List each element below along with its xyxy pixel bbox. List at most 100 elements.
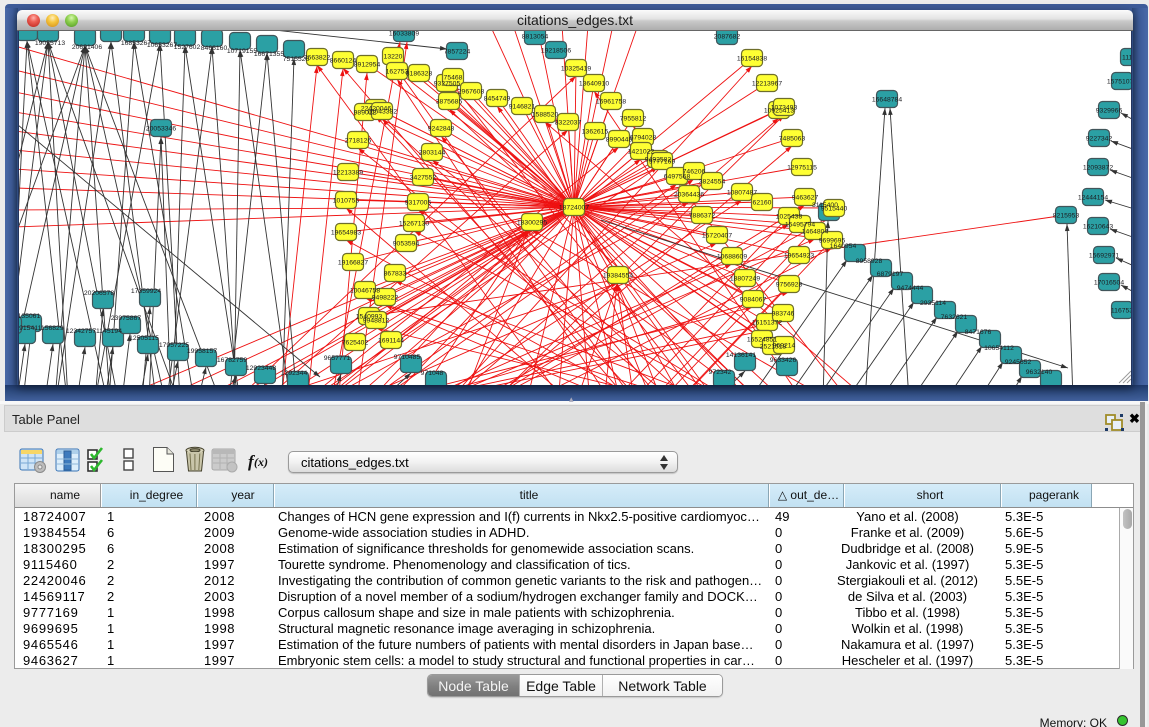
svg-text:7663822: 7663822 [304,55,331,62]
svg-text:1691144: 1691144 [378,338,404,345]
svg-text:116753: 116753 [1111,308,1132,315]
svg-text:12923448: 12923448 [246,365,276,372]
svg-text:75468: 75468 [444,75,463,82]
svg-text:(x): (x) [254,455,268,469]
svg-text:983746: 983746 [772,311,795,318]
svg-text:1145194: 1145194 [96,328,122,335]
svg-text:16782759: 16782759 [217,357,247,364]
svg-text:16671355: 16671355 [254,51,284,58]
svg-text:20691406: 20691406 [72,44,102,51]
svg-text:17359924: 17359924 [131,288,161,295]
svg-text:8958928: 8958928 [856,258,883,265]
svg-text:9463627: 9463627 [792,195,819,202]
svg-text:23975867: 23975867 [111,315,141,322]
svg-text:12505115: 12505115 [129,335,159,342]
svg-text:12444154: 12444154 [1078,195,1108,202]
svg-text:1073493: 1073493 [771,105,798,112]
svg-text:969214: 969214 [773,343,796,350]
svg-text:16151372: 16151372 [752,320,782,327]
svg-text:20364436: 20364436 [674,192,704,199]
svg-text:9710485: 9710485 [394,354,421,361]
svg-text:8471676: 8471676 [965,329,992,336]
svg-text:19384554: 19384554 [603,273,633,280]
svg-text:16033809: 16033809 [389,31,419,38]
svg-text:7485063: 7485063 [779,136,806,143]
svg-text:9053594: 9053594 [393,241,420,248]
svg-text:1527602: 1527602 [174,44,201,51]
svg-text:2935114: 2935114 [920,300,946,307]
svg-text:6879197: 6879197 [877,271,904,278]
svg-text:19166827: 19166827 [338,260,368,267]
svg-text:16543382: 16543382 [367,109,397,116]
svg-text:1010755: 1010755 [333,198,360,205]
svg-text:8454749: 8454749 [484,96,511,103]
svg-text:15751074: 15751074 [1107,79,1132,86]
svg-text:971048: 971048 [421,370,444,377]
svg-text:9633426: 9633426 [770,357,797,364]
svg-text:3875685: 3875685 [436,99,463,106]
svg-text:2718126: 2718126 [345,138,372,145]
svg-text:8215953: 8215953 [1053,213,1080,220]
svg-text:9439154: 9439154 [19,325,34,332]
svg-text:19654983: 19654983 [331,230,361,237]
svg-text:1292344: 1292344 [281,370,308,377]
svg-text:10046758: 10046758 [350,288,380,295]
svg-text:16210643: 16210643 [1083,224,1113,231]
svg-text:2967608: 2967608 [458,89,485,96]
svg-text:13640910: 13640910 [579,81,609,88]
svg-text:12342757: 12342757 [66,328,96,335]
svg-text:9084067: 9084067 [740,297,767,304]
svg-text:10325419: 10325419 [561,66,591,73]
svg-text:15692971: 15692971 [1089,253,1119,260]
svg-text:1025438: 1025438 [776,214,803,221]
svg-text:10688609: 10688609 [717,254,747,261]
svg-text:7955812: 7955812 [620,116,647,123]
svg-text:9756928: 9756928 [776,282,803,289]
svg-text:9317005: 9317005 [405,200,432,207]
svg-text:8912954: 8912954 [354,62,381,69]
svg-text:18807249: 18807249 [730,276,760,283]
svg-text:9146821: 9146821 [509,104,536,111]
svg-text:2803144: 2803144 [419,150,446,157]
svg-text:746206: 746206 [683,169,706,176]
svg-text:8466160: 8466160 [201,45,228,52]
svg-text:9699695: 9699695 [819,238,846,245]
svg-text:8186328: 8186328 [406,71,433,78]
svg-text:9515440: 9515440 [821,206,848,213]
svg-text:12975115: 12975115 [787,165,817,172]
svg-text:18724007: 18724007 [559,205,589,212]
svg-text:7632621: 7632621 [941,314,968,321]
svg-text:19055713: 19055713 [35,40,65,47]
svg-text:16154838: 16154838 [737,56,767,63]
svg-text:9948812: 9948812 [363,318,390,325]
svg-text:10807487: 10807487 [727,190,757,197]
svg-text:11156829: 11156829 [34,325,63,332]
svg-text:16961758: 16961758 [596,99,626,106]
svg-text:8660124: 8660124 [330,58,357,65]
svg-text:9327505: 9327505 [434,81,461,88]
svg-text:7857224: 7857224 [444,49,471,56]
svg-text:12093872: 12093872 [1083,165,1113,172]
svg-text:16648784: 16648784 [872,97,902,104]
svg-text:15720407: 15720407 [702,233,732,240]
svg-text:1588520: 1588520 [532,112,559,119]
svg-text:7625402: 7625402 [342,340,369,347]
svg-text:62160: 62160 [753,200,772,207]
svg-text:19218506: 19218506 [541,48,571,55]
svg-text:10653267: 10653267 [147,42,177,49]
svg-text:9245652: 9245652 [1005,359,1032,366]
svg-text:12213967: 12213967 [752,81,782,88]
svg-text:9777169: 9777169 [649,159,676,166]
svg-text:1464804: 1464804 [802,229,829,236]
svg-text:11174: 11174 [1122,55,1132,62]
svg-text:6794028: 6794028 [630,135,657,142]
svg-text:13220: 13220 [384,54,403,61]
svg-text:17957225: 17957225 [159,342,189,349]
svg-text:9227342: 9227342 [1086,136,1113,143]
svg-text:8990448: 8990448 [606,137,633,144]
svg-text:8322037: 8322037 [555,120,582,127]
svg-text:20053346: 20053346 [146,126,176,133]
svg-text:8813054: 8813054 [522,34,549,41]
svg-text:3824554: 3824554 [699,179,726,186]
svg-text:9474444: 9474444 [897,285,924,292]
